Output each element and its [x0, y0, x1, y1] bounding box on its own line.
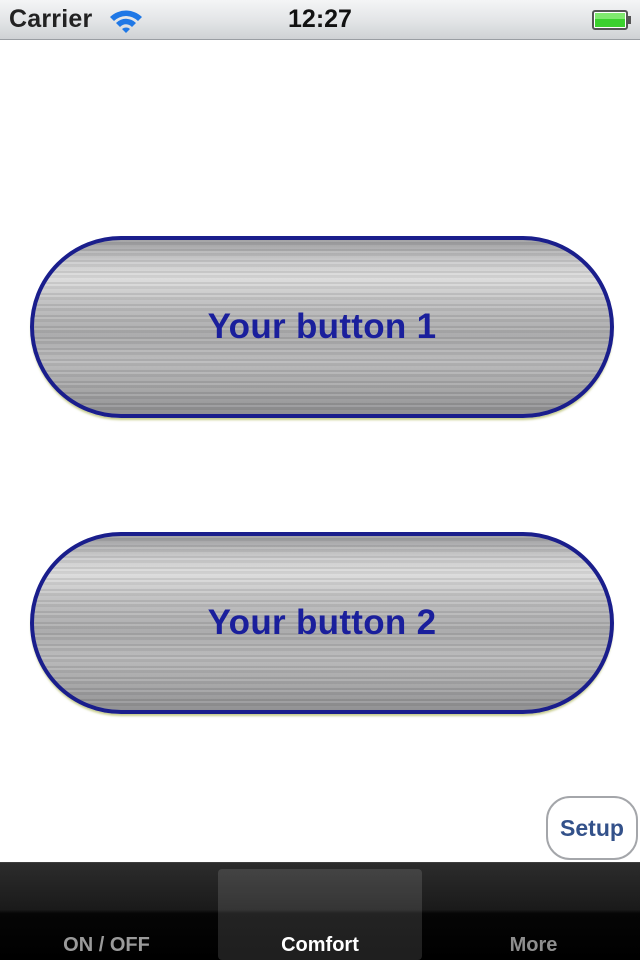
tab-more[interactable]: More: [427, 863, 640, 960]
clock-time: 12:27: [288, 5, 352, 33]
tab-comfort[interactable]: Comfort: [218, 869, 422, 960]
your-button-1[interactable]: Your button 1: [30, 236, 614, 418]
tab-more-label: More: [509, 934, 558, 956]
tab-bar: ON / OFF Comfort More: [0, 862, 640, 960]
your-button-2[interactable]: Your button 2: [30, 532, 614, 714]
setup-button-label: Setup: [560, 814, 624, 841]
tab-on-off[interactable]: ON / OFF: [0, 863, 213, 960]
your-button-1-label: Your button 1: [207, 307, 437, 346]
status-bar: Carrier 12:27: [0, 0, 640, 40]
tab-on-off-label: ON / OFF: [63, 934, 150, 956]
tab-comfort-label: Comfort: [281, 934, 359, 956]
app-screen: Carrier 12:27 Your button 1 Your button …: [0, 0, 640, 960]
setup-button[interactable]: Setup: [546, 796, 638, 860]
your-button-2-label: Your button 2: [207, 603, 437, 642]
battery-icon: [592, 10, 631, 30]
